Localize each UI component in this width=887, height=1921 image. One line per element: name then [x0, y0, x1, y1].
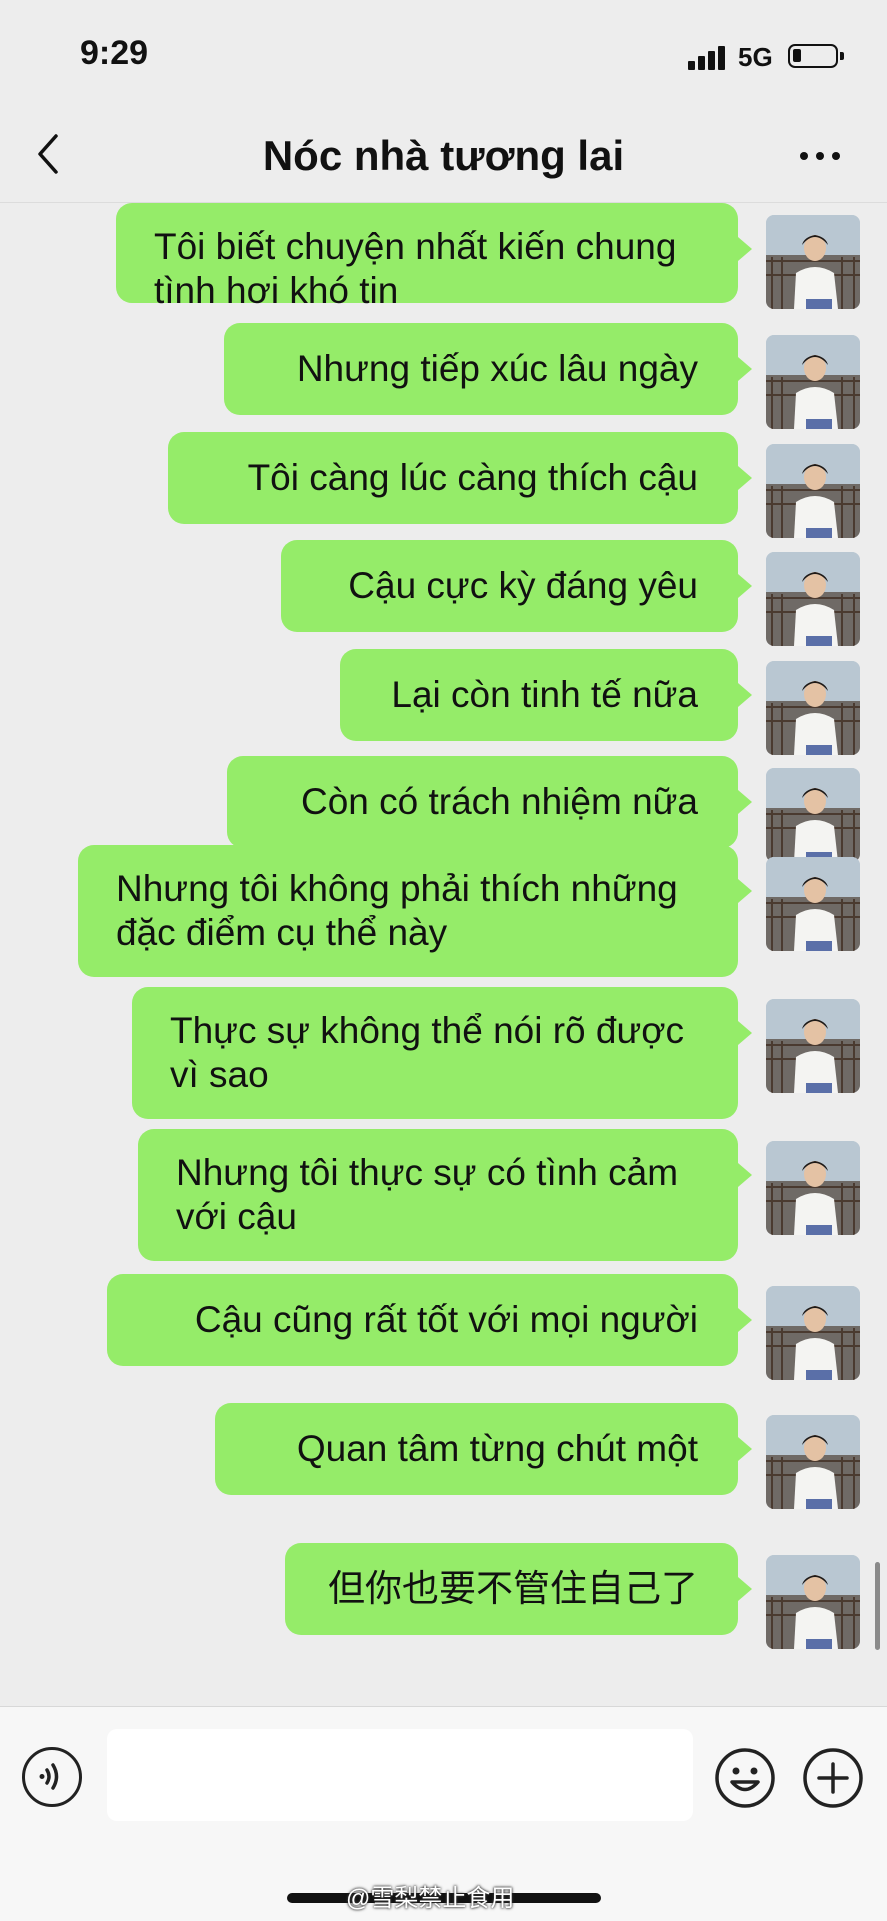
message-text: đặc điểm cụ thể này — [116, 912, 448, 953]
voice-button[interactable] — [22, 1747, 82, 1807]
message-bubble[interactable]: Lại còn tinh tế nữa — [340, 649, 752, 741]
message-bubble[interactable]: Nhưng tôi thực sự có tình cảm với cậu — [138, 1129, 752, 1261]
avatar[interactable] — [766, 1286, 860, 1380]
avatar-photo — [766, 661, 860, 755]
message-bubble[interactable]: 但你也要不管住自己了 — [285, 1543, 752, 1635]
avatar[interactable] — [766, 444, 860, 538]
avatar[interactable] — [766, 1555, 860, 1649]
signal-icon — [688, 44, 728, 70]
message-bubble[interactable]: Cậu cực kỳ đáng yêu — [281, 540, 752, 632]
battery-icon — [788, 44, 844, 68]
avatar-photo — [766, 999, 860, 1093]
plus-icon — [803, 1748, 863, 1808]
avatar[interactable] — [766, 1141, 860, 1235]
avatar[interactable] — [766, 857, 860, 951]
message-row: Thực sự không thể nói rõ được vì sao — [0, 987, 887, 1119]
message-text: Thực sự không thể nói rõ được — [170, 1010, 685, 1051]
message-bubble[interactable]: Tôi càng lúc càng thích cậu — [168, 432, 752, 524]
chat-header: Nóc nhà tương lai — [0, 110, 887, 203]
voice-icon — [39, 1763, 59, 1790]
message-bubble[interactable]: Cậu cũng rất tốt với mọi người — [107, 1274, 752, 1366]
message-text: Nhưng tiếp xúc lâu ngày — [296, 348, 698, 389]
emoji-icon — [715, 1748, 775, 1808]
status-bar: 9:29 5G — [0, 0, 887, 110]
message-row: Còn có trách nhiệm nữa — [0, 756, 887, 862]
message-bubble[interactable]: Thực sự không thể nói rõ được vì sao — [132, 987, 752, 1119]
message-text: Cậu cũng rất tốt với mọi người — [194, 1299, 698, 1340]
network-type: 5G — [738, 42, 773, 72]
avatar[interactable] — [766, 552, 860, 646]
message-row: Nhưng tôi không phải thích những đặc điểm… — [0, 845, 887, 977]
message-row: 但你也要不管住自己了 — [0, 1543, 887, 1649]
status-time: 9:29 — [80, 34, 149, 72]
message-text: tình hơi khó tin — [154, 270, 399, 311]
avatar-photo — [766, 335, 860, 429]
avatar[interactable] — [766, 999, 860, 1093]
scrollbar[interactable] — [875, 1562, 880, 1650]
message-row: Nhưng tiếp xúc lâu ngày — [0, 323, 887, 429]
avatar-photo — [766, 1415, 860, 1509]
avatar-photo — [766, 215, 860, 309]
avatar-photo — [766, 1141, 860, 1235]
message-bubble[interactable]: Còn có trách nhiệm nữa — [227, 756, 752, 848]
avatar-photo — [766, 552, 860, 646]
message-input[interactable] — [107, 1729, 693, 1821]
message-text: Tôi càng lúc càng thích cậu — [247, 457, 698, 498]
watermark: @雪梨禁止食用 — [346, 1885, 515, 1912]
message-row: Quan tâm từng chút một — [0, 1403, 887, 1509]
more-button[interactable] — [790, 136, 850, 176]
message-bubble[interactable]: Nhưng tôi không phải thích những đặc điểm… — [78, 845, 752, 977]
message-text: Lại còn tinh tế nữa — [391, 674, 698, 715]
message-text: Nhưng tôi không phải thích những — [116, 868, 678, 909]
message-row: Cậu cũng rất tốt với mọi người — [0, 1274, 887, 1380]
message-bubble[interactable]: Tôi biết chuyện nhất kiến chung tình hơi … — [116, 203, 752, 311]
message-text: với cậu — [176, 1196, 297, 1237]
message-text: Cậu cực kỳ đáng yêu — [348, 565, 698, 606]
message-text: Tôi biết chuyện nhất kiến chung — [154, 226, 677, 267]
avatar[interactable] — [766, 661, 860, 755]
message-row: Nhưng tôi thực sự có tình cảm với cậu — [0, 1129, 887, 1261]
avatar-photo — [766, 1286, 860, 1380]
emoji-button[interactable] — [714, 1747, 776, 1809]
avatar[interactable] — [766, 215, 860, 309]
message-row: Cậu cực kỳ đáng yêu — [0, 540, 887, 646]
message-text: 但你也要不管住自己了 — [328, 1568, 698, 1609]
plus-button[interactable] — [802, 1747, 864, 1809]
message-bubble[interactable]: Quan tâm từng chút một — [215, 1403, 752, 1495]
chat-messages[interactable]: Tôi biết chuyện nhất kiến chung tình hơi … — [0, 203, 887, 1705]
message-row: Tôi biết chuyện nhất kiến chung tình hơi … — [0, 203, 887, 311]
more-dots-icon — [800, 152, 808, 160]
message-text: Quan tâm từng chút một — [296, 1428, 698, 1469]
message-row: Tôi càng lúc càng thích cậu — [0, 432, 887, 538]
message-text: Còn có trách nhiệm nữa — [300, 781, 698, 822]
avatar[interactable] — [766, 1415, 860, 1509]
message-row: Lại còn tinh tế nữa — [0, 649, 887, 755]
avatar[interactable] — [766, 335, 860, 429]
avatar-photo — [766, 1555, 860, 1649]
chat-title: Nóc nhà tương lai — [262, 132, 625, 179]
message-text: Nhưng tôi thực sự có tình cảm — [176, 1152, 679, 1193]
message-text: vì sao — [170, 1054, 269, 1095]
message-bubble[interactable]: Nhưng tiếp xúc lâu ngày — [224, 323, 752, 415]
avatar-photo — [766, 444, 860, 538]
avatar-photo — [766, 857, 860, 951]
